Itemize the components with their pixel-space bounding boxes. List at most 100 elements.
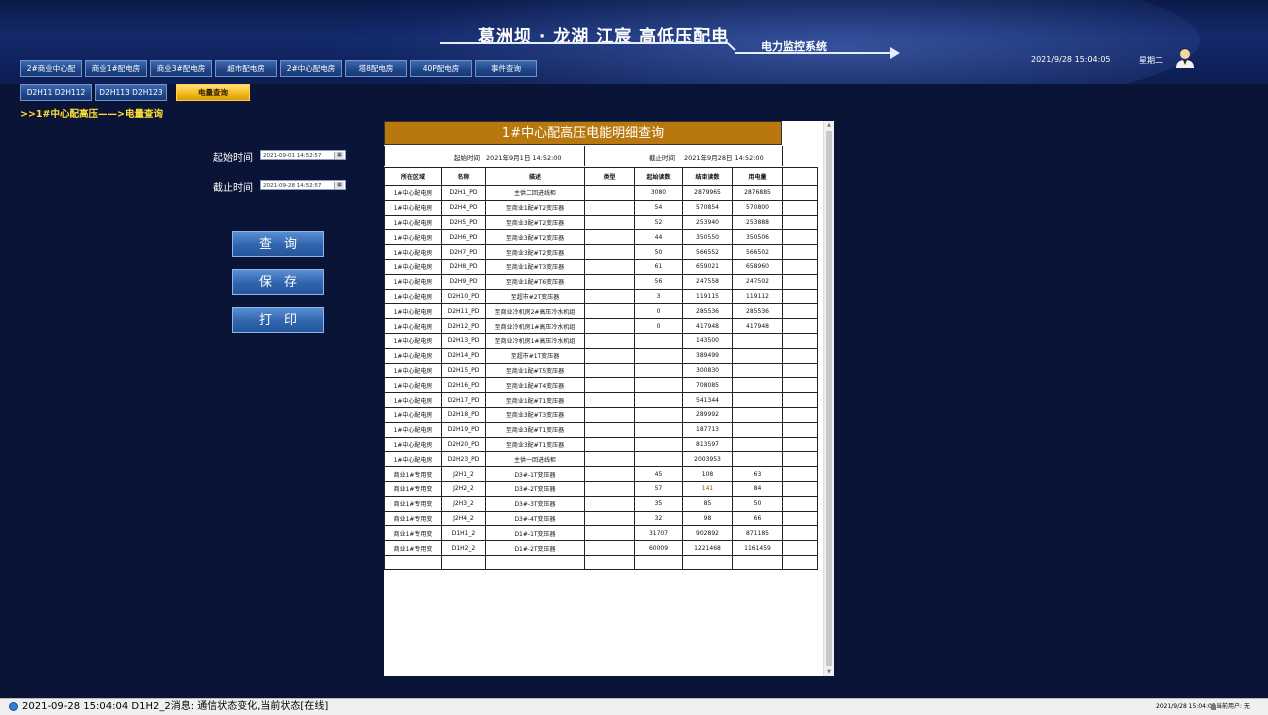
cell-type bbox=[584, 318, 635, 334]
user-avatar-icon[interactable] bbox=[1174, 46, 1196, 68]
cell-name: J2H1_2 bbox=[441, 466, 486, 482]
table-row: 1#中心配电房 D2H5_PD 至商业3配#T2变压器 52 253940 253888 bbox=[384, 214, 818, 231]
cell-description: 至商业3配#T1变压器 bbox=[485, 421, 585, 438]
cell-start-reading bbox=[634, 421, 683, 438]
cell-description: 至商业冷机房1#高压冷水机组 bbox=[485, 318, 585, 334]
cell-end-reading: 566552 bbox=[682, 244, 733, 260]
cell-area: 1#中心配电房 bbox=[384, 332, 442, 349]
subtab-d2h113-d2h123[interactable]: D2H113 D2H123 bbox=[95, 84, 167, 101]
cell-name: D2H13_PD bbox=[441, 332, 486, 349]
cell-start-reading: 32 bbox=[634, 510, 683, 527]
cell-name: D2H14_PD bbox=[441, 347, 486, 364]
cell-type bbox=[584, 495, 635, 512]
cell-usage: 417948 bbox=[732, 318, 783, 334]
cell-usage bbox=[732, 377, 783, 394]
cell-area: 商业1#专用变 bbox=[384, 540, 442, 556]
cell-name: D2H6_PD bbox=[441, 229, 486, 246]
cell-area: 1#中心配电房 bbox=[384, 406, 442, 423]
cell-usage: 119112 bbox=[732, 288, 783, 305]
query-button[interactable]: 查询 bbox=[232, 231, 324, 257]
cell-empty bbox=[682, 554, 733, 570]
table-row: 1#中心配电房 D2H20_PD 至商业3配#T1变压器 813597 bbox=[384, 436, 818, 453]
main-nav: 2#商业中心配 商业1#配电房 商业3#配电房 超市配电房 2#中心配电房 塔8… bbox=[20, 60, 537, 77]
cell-name: D1H2_2 bbox=[441, 540, 486, 556]
table-row: 1#中心配电房 D2H19_PD 至商业3配#T1变压器 187713 bbox=[384, 421, 818, 438]
cell-empty bbox=[441, 554, 486, 570]
status-time: 2021/9/28 15:04:05 bbox=[1156, 703, 1216, 710]
cell-spacer bbox=[782, 214, 818, 231]
period-start-value: 2021年9月1日 14:52:00 bbox=[486, 154, 562, 162]
title-underline bbox=[440, 42, 728, 44]
cell-area: 1#中心配电房 bbox=[384, 229, 442, 246]
save-button[interactable]: 保存 bbox=[232, 269, 324, 295]
start-time-input[interactable]: 2021-09-01 14:52:57 ▦ bbox=[260, 150, 346, 160]
cell-name: D1H1_2 bbox=[441, 525, 486, 542]
table-row: 1#中心配电房 D2H14_PD 至超市#1T变压器 389499 bbox=[384, 347, 818, 364]
cell-area: 1#中心配电房 bbox=[384, 199, 442, 216]
scroll-thumb[interactable] bbox=[826, 131, 832, 666]
cell-spacer bbox=[782, 540, 818, 556]
cell-name: D2H7_PD bbox=[441, 244, 486, 260]
cell-end-reading: 2003953 bbox=[682, 451, 733, 468]
column-header-area: 所在区域 bbox=[384, 167, 442, 186]
cell-description: 至商业冷机房1#高压冷水机组 bbox=[485, 332, 585, 349]
tab-2-commercial-center[interactable]: 2#商业中心配 bbox=[20, 60, 82, 77]
cell-start-reading: 0 bbox=[634, 303, 683, 320]
cell-spacer bbox=[782, 318, 818, 334]
tab-40p[interactable]: 40P配电房 bbox=[410, 60, 472, 77]
cell-end-reading: 708085 bbox=[682, 377, 733, 394]
cell-name: D2H5_PD bbox=[441, 214, 486, 231]
calendar-icon[interactable]: ▦ bbox=[334, 182, 344, 189]
table-row: 商业1#专用变 J2H1_2 D3#-1T变压器 45 108 63 bbox=[384, 466, 818, 482]
cell-end-reading: 902892 bbox=[682, 525, 733, 542]
cell-end-reading: 300830 bbox=[682, 362, 733, 379]
end-time-value: 2021-09-28 14:52:57 bbox=[263, 183, 322, 189]
cell-area: 商业1#专用变 bbox=[384, 510, 442, 527]
calendar-icon[interactable]: ▦ bbox=[334, 152, 344, 159]
cell-empty bbox=[384, 554, 442, 570]
status-bar: 2021-09-28 15:04:04 D1H2_2消息: 通信状态变化,当前状… bbox=[0, 698, 1268, 715]
report-scrollbar[interactable]: ▲ ▼ bbox=[823, 121, 834, 676]
subtab-d2h11-d2h112[interactable]: D2H11 D2H112 bbox=[20, 84, 92, 101]
cell-start-reading bbox=[634, 451, 683, 468]
column-header-spacer bbox=[782, 167, 818, 186]
cell-spacer bbox=[782, 466, 818, 482]
table-row: 1#中心配电房 D2H16_PD 至商业1配#T4变压器 708085 bbox=[384, 377, 818, 394]
tab-supermarket[interactable]: 超市配电房 bbox=[215, 60, 277, 77]
cell-area: 1#中心配电房 bbox=[384, 347, 442, 364]
cell-end-reading: 659021 bbox=[682, 258, 733, 275]
cell-name: D2H4_PD bbox=[441, 199, 486, 216]
cell-end-reading: 85 bbox=[682, 495, 733, 512]
cell-spacer bbox=[782, 199, 818, 216]
cell-description: 至商业3配#T1变压器 bbox=[485, 436, 585, 453]
cell-description: 至商业1配#T4变压器 bbox=[485, 377, 585, 394]
cell-start-reading bbox=[634, 347, 683, 364]
tab-commercial-3[interactable]: 商业3#配电房 bbox=[150, 60, 212, 77]
table-row: 1#中心配电房 D2H10_PD 至超市#2T变压器 3 119115 119112 bbox=[384, 288, 818, 305]
table-row: 商业1#专用变 J2H2_2 D3#-2T变压器 57 141 84 bbox=[384, 480, 818, 497]
cell-start-reading: 3 bbox=[634, 288, 683, 305]
end-time-input[interactable]: 2021-09-28 14:52:57 ▦ bbox=[260, 180, 346, 190]
table-row: 1#中心配电房 D2H23_PD 主供一回进线柜 2003953 bbox=[384, 451, 818, 468]
tab-event-query[interactable]: 事件查询 bbox=[475, 60, 537, 77]
cell-spacer bbox=[782, 332, 818, 349]
cell-usage: 1161459 bbox=[732, 540, 783, 556]
tab-2-center[interactable]: 2#中心配电房 bbox=[280, 60, 342, 77]
cell-usage: 658960 bbox=[732, 258, 783, 275]
column-header-description: 描述 bbox=[485, 167, 585, 186]
cell-start-reading: 44 bbox=[634, 229, 683, 246]
tab-commercial-1[interactable]: 商业1#配电房 bbox=[85, 60, 147, 77]
subtab-energy-query[interactable]: 电量查询 bbox=[176, 84, 250, 101]
tab-tower-8[interactable]: 塔8配电房 bbox=[345, 60, 407, 77]
scroll-up-icon[interactable]: ▲ bbox=[826, 122, 832, 128]
scroll-down-icon[interactable]: ▼ bbox=[826, 669, 832, 675]
column-header-end-reading: 结束读数 bbox=[682, 167, 733, 186]
print-button[interactable]: 打印 bbox=[232, 307, 324, 333]
app-subtitle: 电力监控系统 bbox=[761, 40, 827, 53]
cell-start-reading bbox=[634, 362, 683, 379]
cell-type bbox=[584, 214, 635, 231]
cell-description: D3#-4T变压器 bbox=[485, 510, 585, 527]
cell-area: 1#中心配电房 bbox=[384, 185, 442, 201]
cell-description: 至商业1配#T6变压器 bbox=[485, 273, 585, 290]
cell-spacer bbox=[782, 480, 818, 497]
